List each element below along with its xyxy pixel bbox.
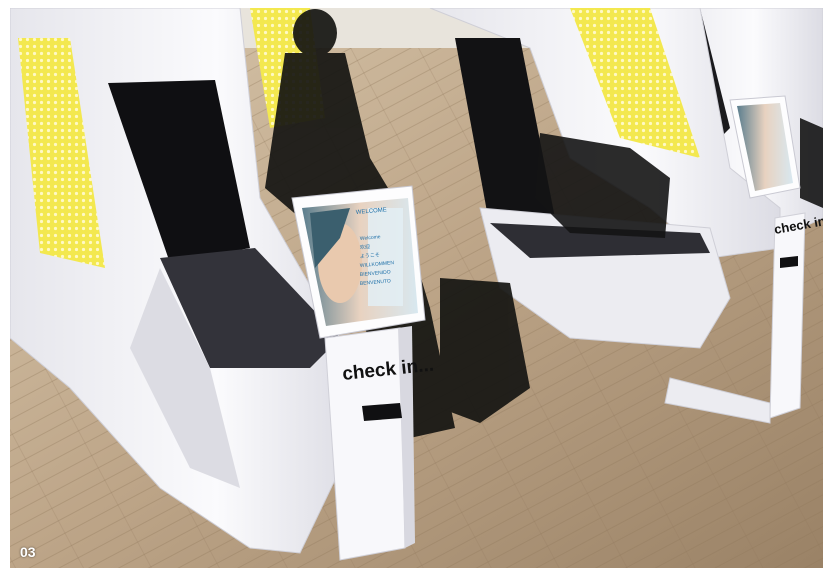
kiosk-card-slot [362, 403, 402, 421]
kiosk-screen-line-2: 欢迎 [360, 243, 371, 251]
check-in-scene: WELCOME Welcome 欢迎 ようこそ WILLKOMMEN BIENV… [10, 8, 823, 568]
back-kiosk-card-slot [780, 256, 798, 268]
photo-frame: WELCOME Welcome 欢迎 ようこそ WILLKOMMEN BIENV… [10, 8, 823, 568]
figure-number: 03 [20, 544, 36, 560]
far-traveler-silhouette [800, 118, 823, 208]
